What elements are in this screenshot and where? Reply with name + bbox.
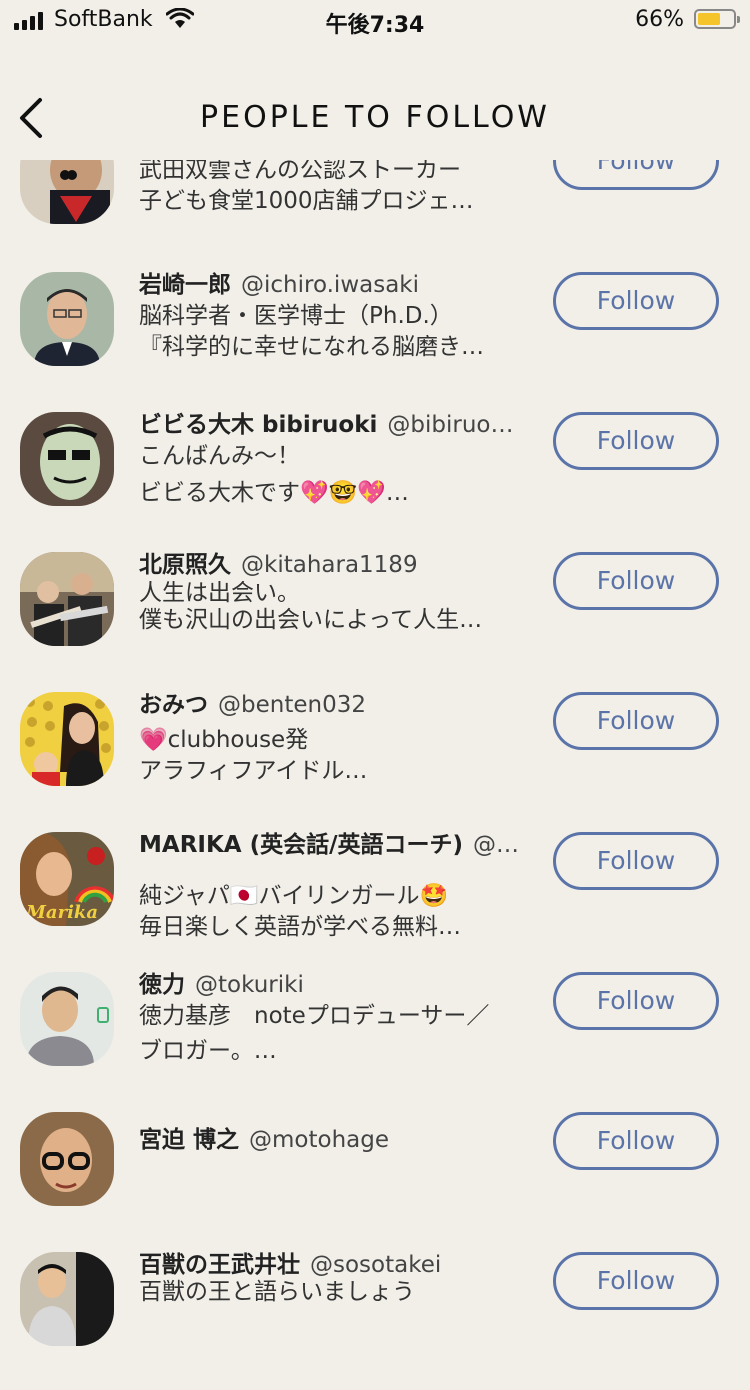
avatar[interactable]: Marika [20,832,114,926]
follow-button[interactable]: Follow [553,552,719,610]
battery-icon [694,9,740,29]
svg-text:Marika: Marika [25,902,98,923]
user-handle[interactable]: @sosotakei [310,1252,441,1278]
follow-button[interactable]: Follow [553,412,719,470]
user-name[interactable]: 宮迫 博之 [139,1127,239,1153]
avatar[interactable] [20,1112,114,1206]
list-item: Marika MARIKA (英会話/英語コーチ) @… 純ジャパ🇯🇵バイリンガー… [0,830,750,970]
list-item: 岩崎一郎 @ichiro.iwasaki 脳科学者・医学博士（Ph.D.） 『科学… [0,270,750,410]
bio-line-1: こんばんみ〜！ [139,443,300,469]
user-handle[interactable]: @kitahara1189 [241,552,418,578]
bio-line-2: 僕も沢山の出会いによって人生… [139,607,483,633]
list-item: 北原照久 @kitahara1189 人生は出会い。 僕も沢山の出会いによって人生… [0,550,750,690]
battery-percent: 66% [635,7,684,32]
bio-line-1: 百獣の王と語らいましょう [139,1279,415,1305]
list-item: ビビる大木 bibiruoki @bibiruo… こんばんみ〜！ ビビる大木です… [0,410,750,550]
list-item: おみつ @benten032 💗clubhouse発 アラフィフアイドル… Fol… [0,690,750,830]
bio-line-2: 子ども食堂1000店舗プロジェ… [139,188,474,214]
bio-line-1: 💗clubhouse発 [139,727,309,753]
user-name[interactable]: 岩崎一郎 [139,272,231,298]
avatar[interactable] [20,412,114,506]
avatar[interactable] [20,552,114,646]
user-handle[interactable]: @bibiruo… [387,412,513,438]
avatar[interactable] [20,272,114,366]
bio-line-2: 『科学的に幸せになれる脳磨き… [139,334,484,360]
avatar[interactable] [20,1252,114,1346]
user-name[interactable]: 北原照久 [139,552,231,578]
bio-line-2: ブロガー。… [139,1038,277,1064]
bio-line-1: 脳科学者・医学博士（Ph.D.） [139,303,453,329]
status-bar: SoftBank 午後7:34 66% [0,0,750,40]
user-handle[interactable]: @benten032 [218,692,366,718]
follow-button[interactable]: Follow [553,1252,719,1310]
list-item: 宮迫 博之 @motohage Follow [0,1110,750,1250]
avatar[interactable] [20,972,114,1066]
user-name[interactable]: MARIKA (英会話/英語コーチ) [139,832,463,858]
user-name[interactable]: おみつ [139,692,208,718]
user-handle[interactable]: @motohage [249,1127,389,1153]
page-title: PEOPLE TO FOLLOW [200,100,550,135]
people-list[interactable]: 武田双雲さんの公認ストーカー 子ども食堂1000店舗プロジェ… Follow 岩… [0,0,750,1346]
user-handle[interactable]: @tokuriki [195,972,304,998]
bio-line-1: 人生は出会い。 [139,581,300,605]
bio-line-1: 純ジャパ🇯🇵バイリンガール🤩 [139,883,449,909]
user-handle[interactable]: @ichiro.iwasaki [241,272,419,298]
follow-button[interactable]: Follow [553,692,719,750]
follow-button[interactable]: Follow [553,972,719,1030]
list-item: 百獣の王武井壮 @sosotakei 百獣の王と語らいましょう Follow [0,1250,750,1390]
nav-header: PEOPLE TO FOLLOW [0,80,750,152]
bio-line-1: 徳力基彦 noteプロデューサー／ [139,1003,490,1029]
list-item: 徳力 @tokuriki 徳力基彦 noteプロデューサー／ ブロガー。… Fol… [0,970,750,1110]
user-handle[interactable]: @… [473,832,519,858]
user-name[interactable]: 百獣の王武井壮 [139,1252,300,1278]
follow-button[interactable]: Follow [553,832,719,890]
follow-button[interactable]: Follow [553,272,719,330]
bio-line-2: アラフィフアイドル… [139,758,368,784]
follow-button[interactable]: Follow [553,1112,719,1170]
user-name[interactable]: 徳力 [139,972,185,998]
user-name[interactable]: ビビる大木 bibiruoki [139,412,377,438]
avatar[interactable] [20,692,114,786]
bio-line-2: ビビる大木です💖🤓💖… [139,480,409,506]
bio-line-2: 毎日楽しく英語が学べる無料… [139,914,461,940]
